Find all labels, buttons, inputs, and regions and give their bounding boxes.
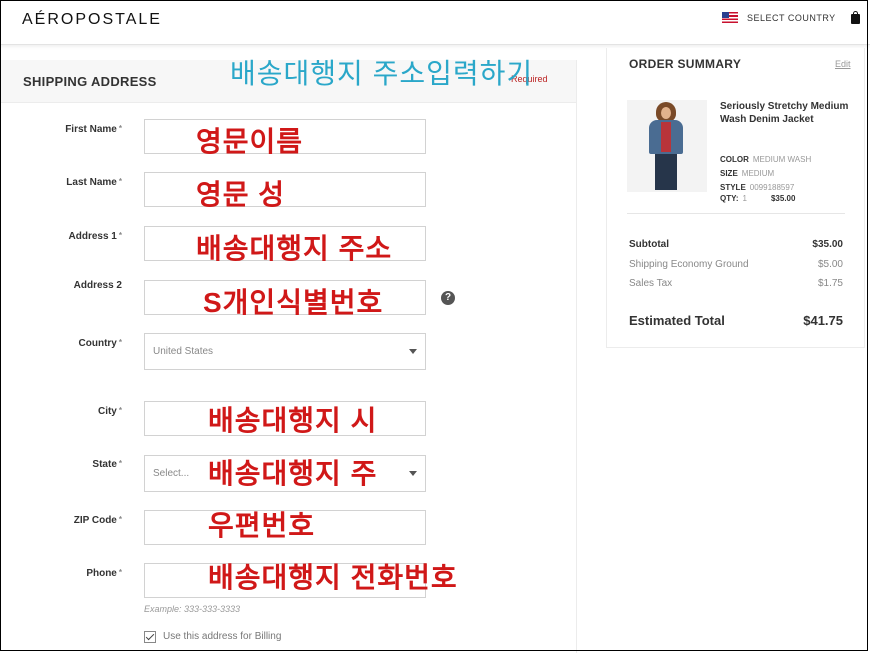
select-country-button[interactable]: SELECT COUNTRY	[722, 12, 836, 23]
product-style: STYLE 0099188597	[720, 183, 794, 192]
address1-annotation: 배송대행지 주소	[196, 233, 393, 264]
qty-label: QTY:	[720, 194, 739, 203]
phone-annotation: 배송대행지 전화번호	[208, 562, 458, 593]
product-qty: QTY: 1 $35.00	[720, 194, 795, 203]
size-label: SIZE	[720, 169, 738, 178]
zip-annotation: 우편번호	[208, 510, 316, 541]
state-annotation: 배송대행지 주	[208, 458, 378, 489]
product-name[interactable]: Seriously Stretchy Medium Wash Denim Jac…	[720, 100, 850, 126]
address2-annotation: S개인식별번호	[203, 287, 384, 318]
required-star: *	[118, 124, 122, 133]
last-name-label-text: Last Name	[66, 177, 117, 188]
required-star: *	[118, 459, 122, 468]
chevron-down-icon	[409, 471, 417, 476]
subtotal-label: Subtotal	[629, 239, 669, 250]
tax-label: Sales Tax	[629, 278, 673, 289]
first-name-label: First Name *	[0, 124, 122, 135]
billing-checkbox-label[interactable]: Use this address for Billing	[163, 631, 281, 642]
first-name-label-text: First Name	[65, 124, 117, 135]
product-price: $35.00	[770, 194, 796, 203]
subtotal-value: $35.00	[812, 239, 843, 250]
product-size: SIZE MEDIUM	[720, 169, 774, 178]
required-star: *	[118, 231, 122, 240]
billing-checkbox[interactable]	[144, 631, 156, 643]
address2-label: Address 2	[73, 280, 122, 291]
city-label: City *	[0, 406, 122, 417]
chevron-down-icon	[409, 349, 417, 354]
order-summary-panel: ORDER SUMMARY Edit Seriously Stretchy Me…	[606, 48, 865, 348]
address1-label: Address 1 *	[0, 231, 122, 242]
required-star: *	[118, 568, 122, 577]
phone-label-text: Phone	[86, 568, 117, 579]
required-star: *	[118, 338, 122, 347]
shipping-value: $5.00	[817, 259, 843, 270]
city-annotation: 배송대행지 시	[208, 405, 378, 436]
shopping-bag-icon[interactable]	[851, 11, 860, 24]
country-select[interactable]: United States	[144, 333, 426, 370]
subtotal-row: Subtotal $35.00	[629, 239, 843, 250]
style-value: 0099188597	[749, 183, 795, 192]
total-label: Estimated Total	[629, 313, 725, 328]
zip-label: ZIP Code *	[0, 515, 122, 526]
required-star: *	[118, 406, 122, 415]
tax-value: $1.75	[817, 278, 843, 289]
style-label: STYLE	[720, 183, 746, 192]
first-name-annotation: 영문이름	[196, 126, 304, 157]
shipping-row: Shipping Economy Ground $5.00	[629, 259, 843, 270]
site-logo[interactable]: AÉROPOSTALE	[22, 11, 162, 29]
annotation-title: 배송대행지 주소입력하기	[230, 58, 534, 89]
last-name-label: Last Name *	[0, 177, 122, 188]
order-summary-title: ORDER SUMMARY	[629, 57, 742, 71]
shipping-section-title: SHIPPING ADDRESS	[23, 74, 157, 89]
total-value: $41.75	[803, 313, 843, 328]
site-header: AÉROPOSTALE SELECT COUNTRY	[0, 0, 870, 45]
us-flag-icon	[722, 12, 738, 23]
country-select-value: United States	[153, 346, 214, 357]
address1-label-text: Address 1	[68, 231, 117, 242]
shipping-label: Shipping Economy Ground	[629, 259, 749, 270]
required-star: *	[118, 515, 122, 524]
state-label-text: State	[92, 459, 117, 470]
qty-value: 1	[742, 194, 747, 203]
state-label: State *	[0, 459, 122, 470]
zip-label-text: ZIP Code	[73, 515, 117, 526]
phone-example-hint: Example: 333-333-3333	[144, 604, 241, 614]
state-select-placeholder: Select...	[153, 468, 190, 479]
country-label: Country *	[0, 338, 122, 349]
tax-row: Sales Tax $1.75	[629, 278, 843, 289]
summary-divider	[627, 213, 845, 214]
city-label-text: City	[97, 406, 117, 417]
color-value: MEDIUM WASH	[752, 155, 812, 164]
help-icon[interactable]: ?	[441, 291, 455, 305]
edit-link[interactable]: Edit	[835, 59, 851, 69]
total-row: Estimated Total $41.75	[629, 313, 843, 328]
required-star: *	[118, 177, 122, 186]
select-country-label: SELECT COUNTRY	[747, 12, 836, 23]
last-name-annotation: 영문 성	[196, 179, 286, 210]
country-label-text: Country	[78, 338, 117, 349]
size-value: MEDIUM	[741, 169, 775, 178]
product-image[interactable]	[627, 100, 707, 192]
color-label: COLOR	[720, 155, 749, 164]
phone-label: Phone *	[0, 568, 122, 579]
product-color: COLOR MEDIUM WASH	[720, 155, 811, 164]
